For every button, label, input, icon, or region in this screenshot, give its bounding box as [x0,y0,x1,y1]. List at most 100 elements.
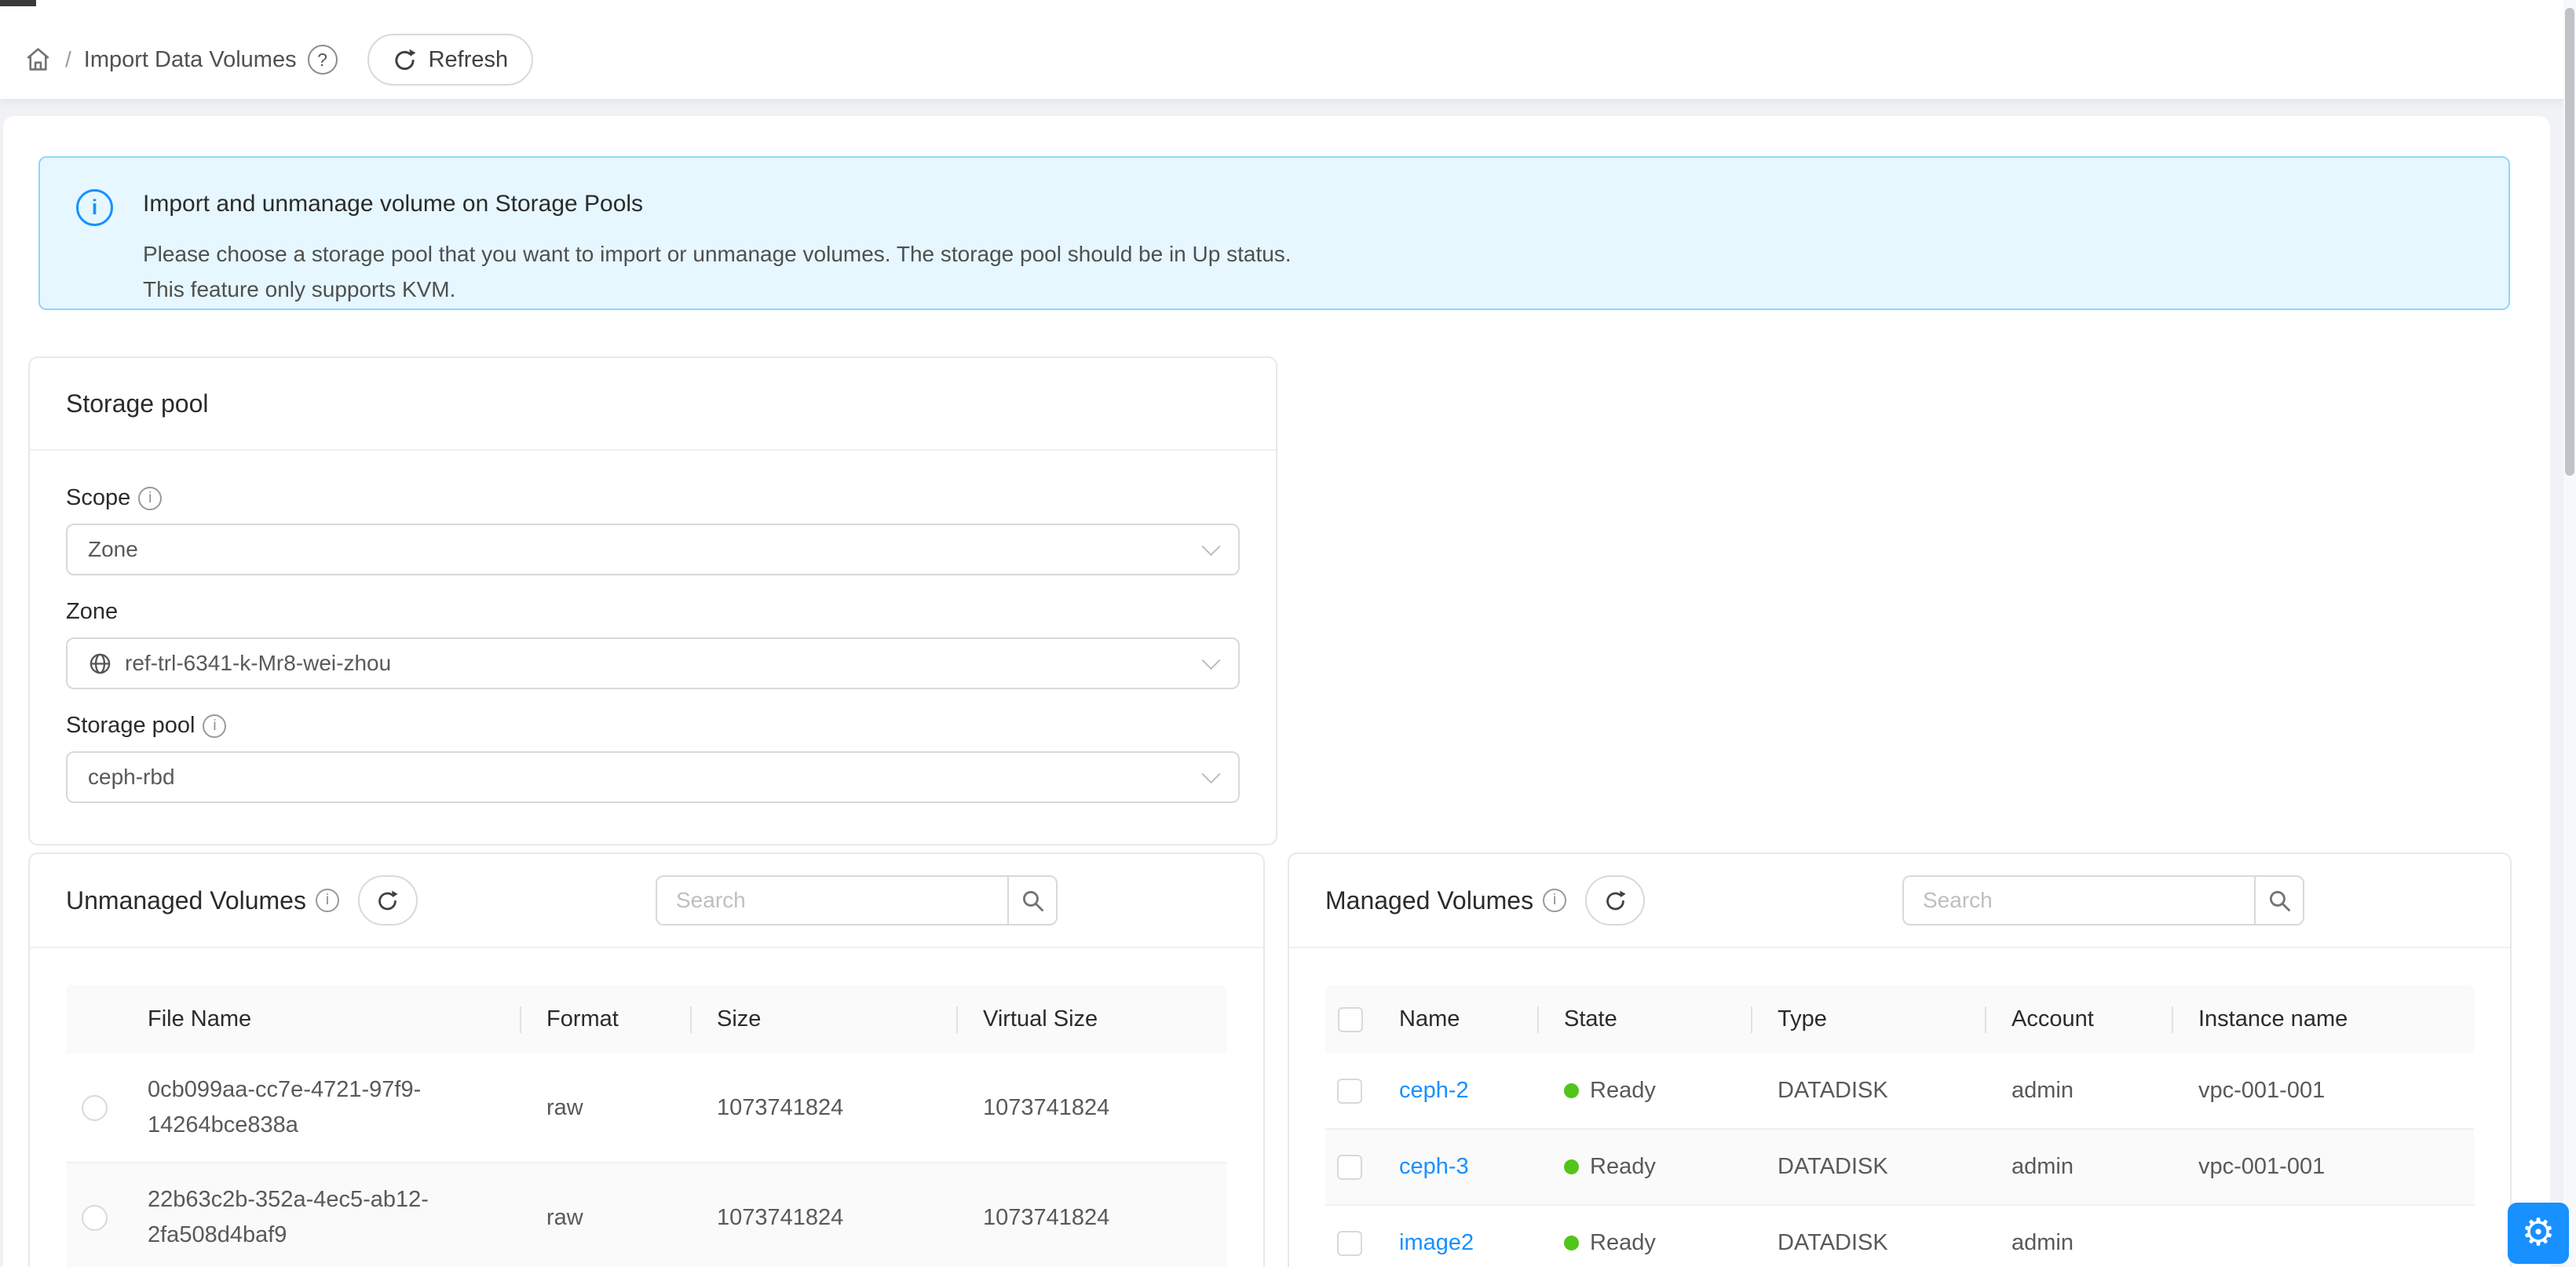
column-header-instance-name[interactable]: Instance name [2173,985,2474,1053]
top-bar: / Import Data Volumes ? Refresh [0,0,2576,99]
help-icon[interactable]: ? [308,45,338,75]
unmanaged-info-icon[interactable]: i [316,889,339,912]
scope-info-icon[interactable]: i [138,487,162,510]
status-dot-icon [1564,1083,1579,1098]
refresh-button[interactable]: Refresh [367,34,534,86]
type-cell: DATADISK [1752,1206,1986,1267]
row-checkbox[interactable] [1337,1231,1362,1256]
main-content: i Import and unmanage volume on Storage … [3,116,2550,1267]
storage-pool-info-icon[interactable]: i [203,714,226,738]
breadcrumb-current: Import Data Volumes [84,47,297,73]
instance-name-cell [2173,1206,2474,1267]
managed-table-row[interactable]: ceph-3 Ready DATADISK admin vpc-001-001 [1325,1130,2474,1206]
storage-pool-select[interactable]: ceph-rbd [66,751,1240,803]
storage-pool-label-text: Storage pool [66,713,195,739]
column-header-virtual-size[interactable]: Virtual Size [958,985,1227,1053]
size-cell: 1073741824 [692,1163,958,1267]
instance-name-cell: vpc-001-001 [2173,1130,2474,1204]
file-name-cell: 22b63c2b-352a-4ec5-ab12-2fa508d4baf9 [122,1163,521,1267]
info-icon: i [76,189,113,226]
unmanaged-table-row[interactable]: 22b63c2b-352a-4ec5-ab12-2fa508d4baf9 raw… [66,1163,1227,1267]
reload-icon [1604,889,1627,912]
unmanaged-panel-title: Unmanaged Volumes [66,886,306,915]
column-header-size[interactable]: Size [692,985,958,1053]
storage-pool-card-header: Storage pool [30,358,1276,451]
row-radio-button[interactable] [82,1205,108,1231]
globe-icon [88,652,112,676]
unmanaged-search-button[interactable] [1007,875,1058,926]
virtual-size-cell: 1073741824 [958,1053,1227,1162]
volume-name-link[interactable]: ceph-2 [1399,1078,1469,1104]
info-alert: i Import and unmanage volume on Storage … [38,156,2510,310]
alert-title: Import and unmanage volume on Storage Po… [143,191,1292,217]
managed-search-button[interactable] [2254,875,2304,926]
reload-icon [376,889,399,912]
reload-icon [393,48,417,72]
scope-select[interactable]: Zone [66,524,1240,575]
refresh-label: Refresh [429,47,509,73]
virtual-size-cell: 1073741824 [958,1163,1227,1267]
volume-name-link[interactable]: image2 [1399,1230,1474,1256]
managed-search [1902,875,2304,926]
managed-panel-title: Managed Volumes [1325,886,1533,915]
column-header-name[interactable]: Name [1374,985,1539,1053]
volume-name-link[interactable]: ceph-3 [1399,1154,1469,1180]
status-dot-icon [1564,1236,1579,1251]
zone-select[interactable]: ref-trl-6341-k-Mr8-wei-zhou [66,637,1240,689]
column-header-type[interactable]: Type [1752,985,1986,1053]
chevron-down-icon [1201,651,1220,670]
unmanaged-search-input[interactable] [656,875,1007,926]
scope-label-text: Scope [66,485,130,511]
zone-field-label: Zone [66,599,1240,625]
scrollbar-thumb[interactable] [2565,8,2574,476]
managed-search-input[interactable] [1902,875,2254,926]
format-cell: raw [521,1163,692,1267]
managed-table-row[interactable]: ceph-2 Ready DATADISK admin vpc-001-001 [1325,1053,2474,1130]
managed-panel-header: Managed Volumes i [1289,854,2510,948]
type-cell: DATADISK [1752,1053,1986,1128]
state-cell: Ready [1539,1130,1752,1204]
managed-info-icon[interactable]: i [1543,889,1566,912]
zone-label-text: Zone [66,599,118,625]
instance-name-cell: vpc-001-001 [2173,1053,2474,1128]
status-dot-icon [1564,1159,1579,1174]
settings-fab[interactable]: ⚙ [2508,1203,2569,1264]
storage-pool-select-value: ceph-rbd [88,765,1192,790]
row-checkbox[interactable] [1337,1155,1362,1180]
managed-table-header: Name State Type Account Instance name [1325,985,2474,1053]
column-header-account[interactable]: Account [1986,985,2173,1053]
gear-icon: ⚙ [2521,1214,2555,1252]
unmanaged-volumes-panel: Unmanaged Volumes i [28,853,1265,1267]
window-corner-fragment [0,0,36,6]
storage-pool-card: Storage pool Scope i Zone Zone ref-trl-6 [28,356,1277,845]
alert-description-line2: This feature only supports KVM. [143,272,1292,307]
chevron-down-icon [1201,537,1220,556]
breadcrumb-separator: / [65,47,71,72]
account-cell: admin [1986,1053,2173,1128]
row-radio-button[interactable] [82,1095,108,1121]
unmanaged-search [656,875,1058,926]
type-cell: DATADISK [1752,1130,1986,1204]
column-header-format[interactable]: Format [521,985,692,1053]
column-header-state[interactable]: State [1539,985,1752,1053]
size-cell: 1073741824 [692,1053,958,1162]
zone-select-value: ref-trl-6341-k-Mr8-wei-zhou [125,651,1192,676]
scope-field-label: Scope i [66,485,1240,511]
search-icon [1021,889,1045,913]
select-all-checkbox[interactable] [1338,1007,1363,1032]
alert-description-line1: Please choose a storage pool that you wa… [143,236,1292,272]
unmanaged-table-header: File Name Format Size Virtual Size [66,985,1227,1053]
managed-volumes-panel: Managed Volumes i [1288,853,2512,1267]
home-icon[interactable] [24,46,53,75]
row-checkbox[interactable] [1337,1079,1362,1104]
state-cell: Ready [1539,1053,1752,1128]
chevron-down-icon [1201,765,1220,783]
account-cell: admin [1986,1130,2173,1204]
radio-column-header [66,985,122,1053]
unmanaged-table-row[interactable]: 0cb099aa-cc7e-4721-97f9-14264bce838a raw… [66,1053,1227,1163]
column-header-file-name[interactable]: File Name [122,985,521,1053]
search-icon [2267,889,2292,913]
managed-table-row[interactable]: image2 Ready DATADISK admin [1325,1206,2474,1267]
unmanaged-refresh-button[interactable] [358,875,418,926]
managed-refresh-button[interactable] [1585,875,1645,926]
